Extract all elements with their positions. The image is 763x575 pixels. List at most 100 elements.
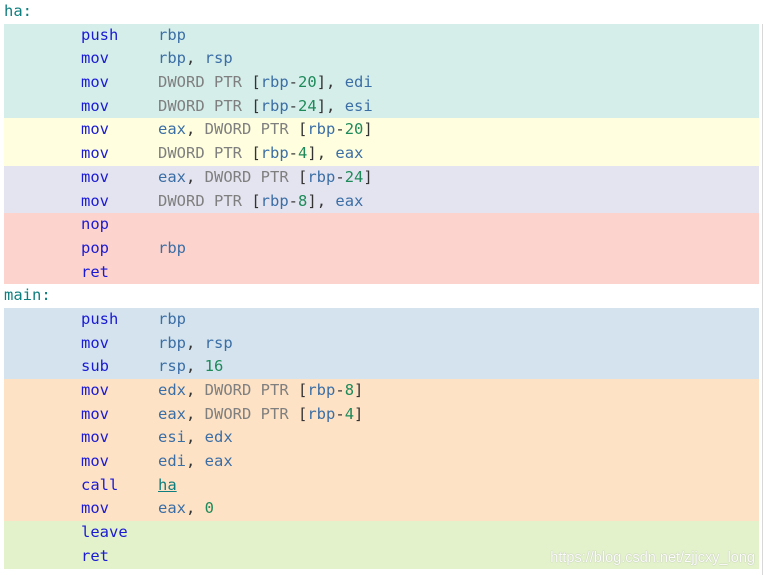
operands: DWORD PTR [rbp-24], esi [158,95,373,119]
punctuation: , [186,49,205,68]
punctuation: [ [251,73,261,92]
register-operand: rbp [158,238,186,257]
instruction-line[interactable]: mov rbp, rsp [4,47,759,71]
register-operand: esi [158,428,186,447]
instruction-line[interactable]: mov DWORD PTR [rbp-24], esi [4,95,759,119]
punctuation: ] [354,381,364,399]
punctuation: , [186,120,205,139]
register-operand: eax [158,499,186,518]
punctuation: - [335,167,345,186]
size-keyword: DWORD PTR [158,191,252,210]
punctuation: ], [316,73,345,92]
operands: edi, eax [158,450,233,474]
register-operand: rbp [158,25,186,44]
size-keyword: DWORD PTR [204,381,298,399]
instruction-line[interactable]: call ha [4,474,759,498]
register-operand: rbp [307,167,336,186]
instruction-line[interactable]: mov DWORD PTR [rbp-8], eax [4,190,759,214]
operands: rbp [158,24,186,48]
instruction-line[interactable]: mov DWORD PTR [rbp-4], eax [4,142,759,166]
operands: edx, DWORD PTR [rbp-8] [158,379,363,403]
instruction-line[interactable]: mov eax, 0 [4,497,759,521]
operands: rbp, rsp [158,47,233,71]
punctuation: , [186,381,205,399]
instruction-line[interactable]: pop rbp [4,237,759,261]
number-literal: 4 [298,144,308,163]
mnemonic: mov [81,452,109,471]
number-literal: 20 [344,120,364,139]
watermark-text: https://blog.csdn.net/zjjcxy_long [550,550,755,566]
register-operand: rbp [307,404,336,423]
operands: ha [158,474,177,498]
code-block: push rbp mov rbp, rsp mov DWORD PTR [rbp-20],… [4,23,759,119]
punctuation: [ [251,144,261,163]
punctuation: [ [298,167,308,186]
register-operand: rbp [260,144,289,163]
instruction-line[interactable]: mov DWORD PTR [rbp-20], edi [4,71,759,95]
instruction-line[interactable]: mov eax, DWORD PTR [rbp-4] [4,403,759,427]
code-block: nop pop rbp ret [4,213,759,285]
mnemonic: ret [81,546,109,565]
mnemonic: mov [81,428,109,447]
register-operand: edx [204,428,233,447]
instruction-line[interactable]: nop [4,213,759,237]
instruction-line[interactable]: push rbp [4,24,759,48]
punctuation: , [186,452,205,471]
mnemonic: mov [81,381,109,399]
mnemonic: push [81,25,119,44]
punctuation: - [288,96,299,115]
punctuation: , [186,428,205,447]
assembly-listing: ha: push rbp mov rbp, rsp mov DWORD PTR [rbp-2… [0,0,763,575]
size-keyword: DWORD PTR [204,167,298,186]
register-operand: rsp [158,357,186,376]
mnemonic: mov [81,49,109,68]
call-target-link[interactable]: ha [158,476,177,494]
operands: DWORD PTR [rbp-4], eax [158,142,363,166]
operands: eax, DWORD PTR [rbp-20] [158,118,373,142]
instruction-line[interactable]: mov esi, edx [4,426,759,450]
punctuation: , [186,167,205,186]
instruction-line[interactable]: mov edx, DWORD PTR [rbp-8] [4,379,759,403]
function-label: main: [0,284,763,308]
size-keyword: DWORD PTR [158,96,252,115]
number-literal: 8 [298,191,308,210]
register-operand: rbp [260,191,289,210]
number-literal: 0 [204,499,215,518]
punctuation: ], [307,191,336,210]
punctuation: - [288,144,299,163]
operands: DWORD PTR [rbp-20], edi [158,71,373,95]
punctuation: - [288,73,299,92]
punctuation: , [186,499,205,518]
number-literal: 8 [344,381,355,399]
operands: eax, DWORD PTR [rbp-4] [158,403,363,427]
punctuation: ], [316,96,345,115]
register-operand: eax [158,167,186,186]
register-operand: eax [158,120,186,139]
size-keyword: DWORD PTR [204,404,298,423]
mnemonic: mov [81,191,109,210]
punctuation: [ [251,191,261,210]
punctuation: , [186,357,205,376]
mnemonic: mov [81,144,109,163]
instruction-line[interactable]: mov edi, eax [4,450,759,474]
operands: rbp, rsp [158,332,233,356]
instruction-line[interactable]: leave [4,521,759,545]
mnemonic: mov [81,333,109,352]
operands: eax, 0 [158,497,214,521]
number-literal: 24 [298,96,317,115]
punctuation: [ [298,404,308,423]
size-keyword: DWORD PTR [158,73,252,92]
instruction-line[interactable]: mov eax, DWORD PTR [rbp-20] [4,118,759,142]
instruction-line[interactable]: push rbp [4,308,759,332]
mnemonic: mov [81,499,109,518]
punctuation: ] [363,120,373,139]
mnemonic: sub [81,357,109,376]
instruction-line[interactable]: sub rsp, 16 [4,355,759,379]
code-block: push rbp mov rbp, rsp sub rsp, 16 [4,307,759,379]
instruction-line[interactable]: mov eax, DWORD PTR [rbp-24] [4,166,759,190]
instruction-line[interactable]: ret [4,261,759,285]
number-literal: 4 [344,404,355,423]
punctuation: [ [298,120,308,139]
instruction-line[interactable]: mov rbp, rsp [4,332,759,356]
mnemonic: mov [81,167,109,186]
